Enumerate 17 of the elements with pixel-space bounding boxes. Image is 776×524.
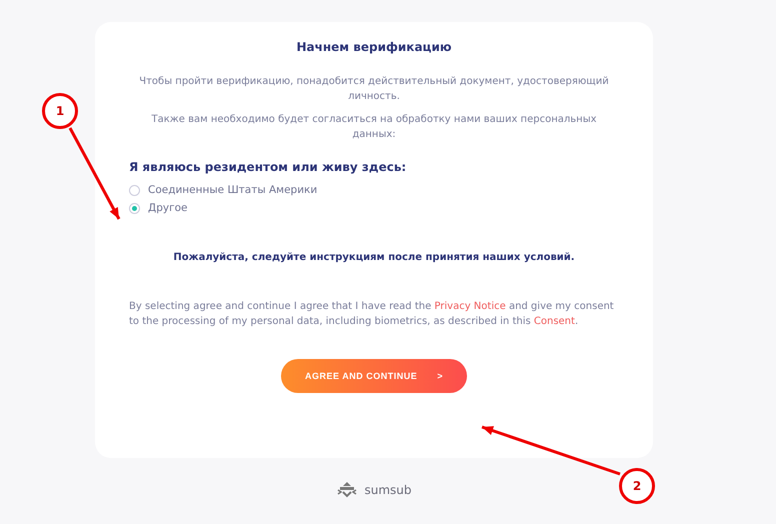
consent-text: By selecting agree and continue I agree that I have read the Privacy Notice and give my consent to the processing of my personal data, including biometrics, as described in this Consent. bbox=[129, 300, 615, 329]
instruction-text: Пожалуйста, следуйте инструкциям после принятия наших условий. bbox=[173, 252, 575, 263]
info-text: Чтобы пройти верификацию, понадобится действительный документ, удостоверяющий личность. bbox=[138, 75, 610, 104]
annotation-number: 1 bbox=[42, 93, 78, 129]
card-title: Начнем верификацию bbox=[296, 40, 452, 54]
info-text: Также вам необходимо будет согласиться на обработку нами ваших персональных данных: bbox=[150, 113, 598, 142]
annotation-number: 2 bbox=[619, 468, 655, 504]
brand-name: sumsub bbox=[364, 483, 412, 497]
radio-button[interactable] bbox=[129, 202, 140, 214]
residence-label: Я являюсь резидентом или живу здесь: bbox=[129, 160, 408, 174]
logo-icon bbox=[336, 482, 358, 498]
consent-link[interactable]: Privacy Notice bbox=[434, 301, 506, 312]
agree-button[interactable]: AGREE AND CONTINUE > bbox=[281, 359, 467, 393]
radio-button[interactable] bbox=[129, 184, 140, 196]
consent-link[interactable]: Consent bbox=[534, 316, 575, 327]
option-label[interactable]: Другое bbox=[148, 202, 188, 214]
option-label[interactable]: Соединенные Штаты Америки bbox=[148, 184, 318, 196]
